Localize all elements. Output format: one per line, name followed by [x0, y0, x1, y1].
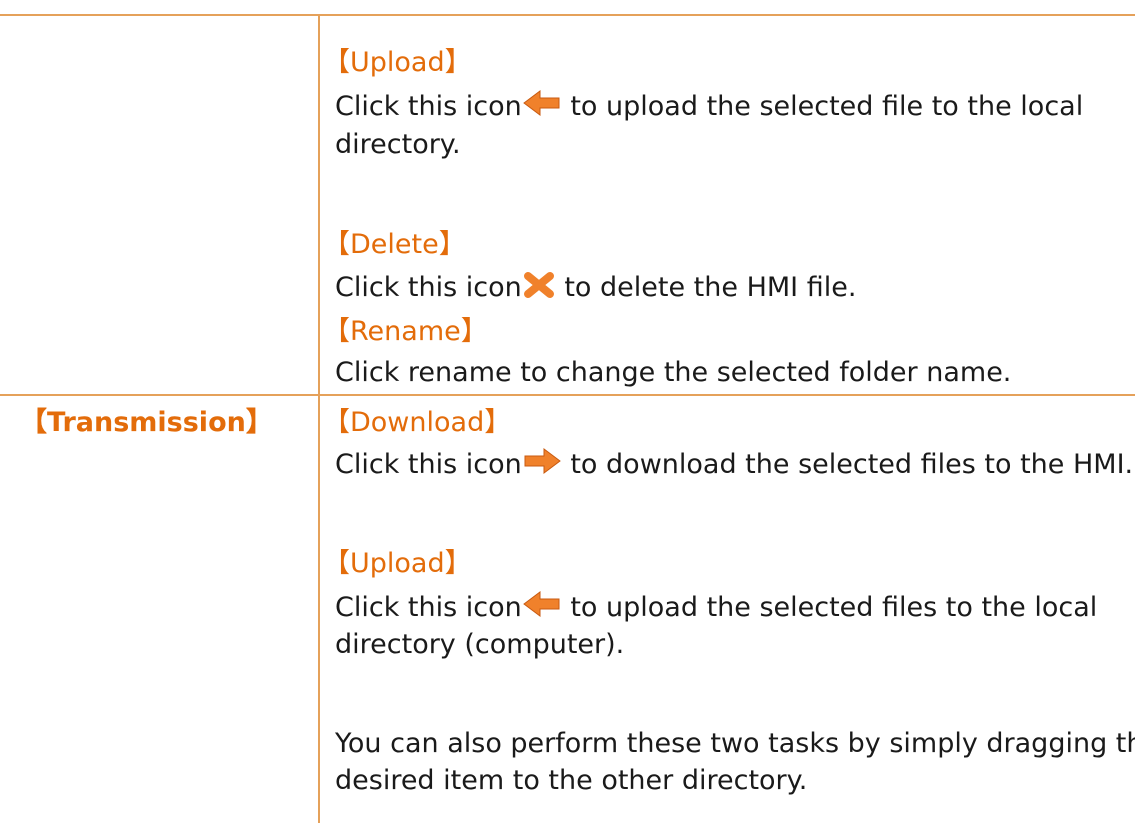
- upload2-description-line2: directory (computer).: [335, 629, 625, 660]
- rename-description: Click rename to change the selected fold…: [335, 357, 1012, 388]
- upload-description-line2: directory.: [335, 129, 461, 160]
- arrow-right-icon: [522, 447, 562, 487]
- section-heading-delete: 【Delete】: [323, 229, 466, 260]
- delete-description: Click this icon to delete the HMI file.: [335, 269, 856, 310]
- section-heading-upload: 【Upload】: [323, 47, 472, 78]
- upload-description-line1: Click this icon to upload the selected f…: [335, 88, 1083, 129]
- upload-prefix: Click this icon: [335, 91, 522, 122]
- delete-x-icon: [522, 270, 556, 310]
- section-heading-upload-2: 【Upload】: [323, 548, 472, 579]
- row-divider: [0, 394, 1135, 396]
- arrow-left-icon: [522, 590, 562, 630]
- delete-prefix: Click this icon: [335, 272, 522, 303]
- row-label-transmission: 【Transmission】: [20, 407, 273, 438]
- upload2-prefix: Click this icon: [335, 592, 522, 623]
- column-divider: [318, 14, 320, 823]
- upload2-rest: to upload the selected files to the loca…: [570, 592, 1098, 623]
- download-rest: to download the selected files to the HM…: [570, 449, 1134, 480]
- section-heading-rename: 【Rename】: [323, 316, 488, 347]
- drag-note-line2: desired item to the other directory.: [335, 765, 808, 796]
- arrow-left-icon: [522, 89, 562, 129]
- table-top-border: [0, 14, 1135, 16]
- drag-note-line1: You can also perform these two tasks by …: [335, 728, 1135, 759]
- upload-rest: to upload the selected file to the local: [570, 91, 1084, 122]
- delete-rest: to delete the HMI file.: [564, 272, 857, 303]
- download-description: Click this icon to download the selected…: [335, 446, 1133, 487]
- upload2-description-line1: Click this icon to upload the selected f…: [335, 589, 1097, 630]
- section-heading-download: 【Download】: [323, 407, 512, 438]
- download-prefix: Click this icon: [335, 449, 522, 480]
